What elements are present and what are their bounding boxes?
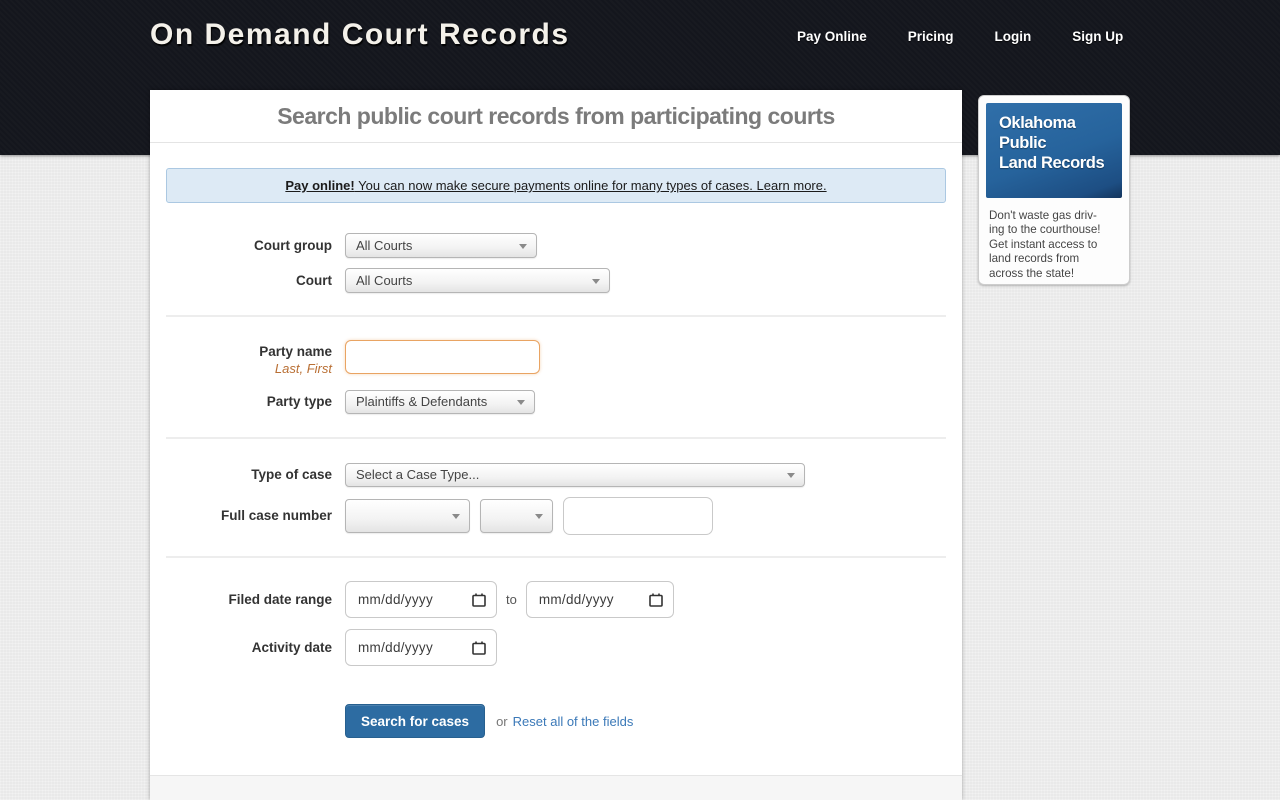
party-name-row: Party name Last, First (150, 340, 962, 376)
party-type-select[interactable]: Plaintiffs & Defendants (345, 390, 535, 414)
land-records-ad[interactable]: Oklahoma Public Land Records Don't waste… (978, 95, 1130, 285)
banner-bold-text: Pay online! (285, 178, 355, 193)
nav-pay-online[interactable]: Pay Online (797, 29, 867, 44)
party-name-label: Party name Last, First (150, 340, 332, 376)
chevron-down-icon (592, 278, 600, 284)
activity-date-input[interactable]: mm/dd/yyyy (345, 629, 497, 666)
ad-title-line: Public (999, 133, 1047, 152)
calendar-icon[interactable] (472, 641, 486, 655)
main-nav: Pay Online Pricing Login Sign Up (797, 29, 1123, 44)
search-card: Search public court records from partici… (150, 90, 962, 800)
date-range-separator: to (506, 592, 517, 607)
party-name-hint: Last, First (274, 361, 332, 376)
date-placeholder: mm/dd/yyyy (538, 592, 614, 607)
chevron-down-icon (452, 514, 460, 519)
date-placeholder: mm/dd/yyyy (358, 592, 434, 607)
party-name-input[interactable] (345, 340, 540, 374)
chevron-down-icon (535, 514, 543, 519)
court-group-row: Court group All Courts (150, 233, 962, 258)
date-placeholder: mm/dd/yyyy (358, 640, 434, 655)
reset-fields-link[interactable]: Reset all of the fields (513, 714, 634, 729)
filed-date-label: Filed date range (228, 592, 332, 607)
pay-online-banner-link[interactable]: Pay online! You can now make secure paym… (166, 168, 946, 203)
land-records-ad-image[interactable]: Oklahoma Public Land Records (986, 103, 1122, 198)
filed-date-row: Filed date range mm/dd/yyyy to mm/dd/yyy… (150, 581, 962, 618)
card-footer-strip (150, 775, 962, 800)
case-type-value: Select a Case Type... (356, 467, 480, 482)
case-number-type-select[interactable] (345, 499, 470, 533)
chevron-down-icon (519, 243, 527, 249)
section-divider (166, 315, 946, 317)
calendar-icon[interactable] (649, 593, 663, 607)
or-text: or (496, 713, 508, 729)
party-type-value: Plaintiffs & Defendants (356, 394, 488, 409)
case-type-row: Type of case Select a Case Type... (150, 463, 962, 487)
ad-title-line: Land Records (999, 153, 1105, 172)
court-group-value: All Courts (356, 238, 413, 253)
court-group-label: Court group (254, 238, 332, 253)
ad-title-line: Oklahoma (999, 114, 1076, 132)
case-number-label: Full case number (220, 508, 332, 523)
banner-text: You can now make secure payments online … (354, 178, 757, 193)
nav-sign-up[interactable]: Sign Up (1072, 29, 1123, 44)
case-number-input[interactable] (563, 497, 713, 535)
party-type-label: Party type (266, 394, 332, 409)
banner-learn-more-link[interactable]: Learn more. (757, 178, 827, 193)
ad-description: Don't waste gas driv- ing to the courtho… (989, 209, 1101, 280)
court-value: All Courts (356, 273, 413, 288)
court-label: Court (296, 273, 332, 288)
case-number-row: Full case number (150, 497, 962, 535)
chevron-down-icon (787, 473, 795, 478)
filed-date-from-input[interactable]: mm/dd/yyyy (345, 581, 497, 618)
search-for-cases-button[interactable]: Search for cases (345, 704, 486, 738)
court-select[interactable]: All Courts (345, 268, 610, 293)
page-title: Search public court records from partici… (150, 90, 962, 143)
filed-date-to-input[interactable]: mm/dd/yyyy (525, 581, 674, 618)
section-divider (166, 556, 946, 558)
chevron-down-icon (517, 400, 525, 405)
nav-login[interactable]: Login (995, 29, 1032, 44)
court-group-select[interactable]: All Courts (345, 233, 537, 258)
case-type-select[interactable]: Select a Case Type... (345, 463, 805, 487)
case-number-year-select[interactable] (480, 499, 553, 533)
court-row: Court All Courts (150, 268, 962, 293)
calendar-icon[interactable] (472, 593, 486, 607)
party-type-row: Party type Plaintiffs & Defendants (150, 390, 962, 414)
submit-row: Search for cases or Reset all of the fie… (150, 704, 962, 738)
nav-pricing[interactable]: Pricing (908, 29, 954, 44)
section-divider (166, 437, 946, 439)
activity-date-row: Activity date mm/dd/yyyy (150, 629, 962, 666)
site-logo[interactable]: On Demand Court Records (150, 18, 570, 52)
activity-date-label: Activity date (251, 640, 332, 655)
case-type-label: Type of case (251, 467, 332, 482)
